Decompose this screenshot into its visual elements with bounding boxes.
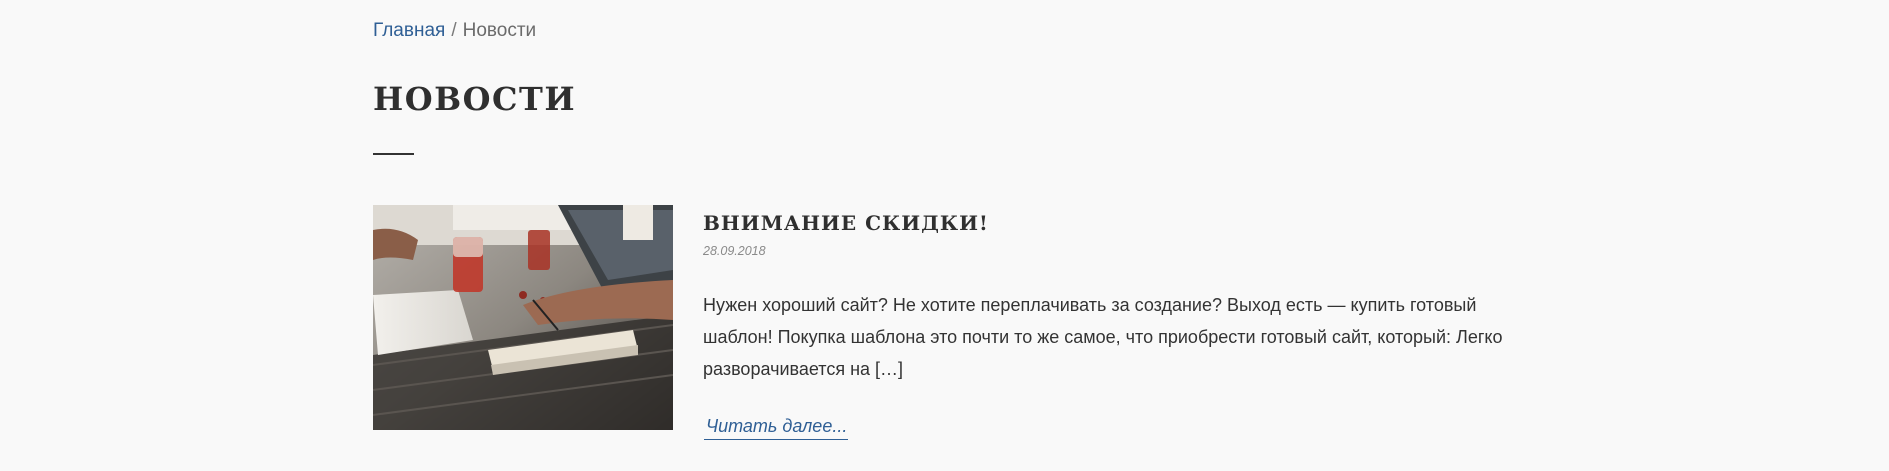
- article-thumbnail-image: [373, 205, 673, 430]
- news-article: ВНИМАНИЕ СКИДКИ! 28.09.2018 Нужен хороши…: [373, 205, 1523, 445]
- page-title: НОВОСТИ: [373, 80, 577, 118]
- title-divider: [373, 153, 414, 155]
- breadcrumb-separator: /: [451, 20, 457, 41]
- article-title[interactable]: ВНИМАНИЕ СКИДКИ!: [703, 209, 989, 237]
- breadcrumb-current: Новости: [462, 20, 537, 41]
- article-date: 28.09.2018: [703, 244, 766, 258]
- breadcrumb-home-link[interactable]: Главная: [373, 20, 445, 41]
- read-more-link[interactable]: Читать далее...: [704, 415, 849, 440]
- breadcrumb: Главная / Новости: [373, 19, 536, 43]
- article-thumbnail[interactable]: [373, 205, 673, 430]
- article-excerpt: Нужен хороший сайт? Не хотите переплачив…: [703, 295, 1503, 379]
